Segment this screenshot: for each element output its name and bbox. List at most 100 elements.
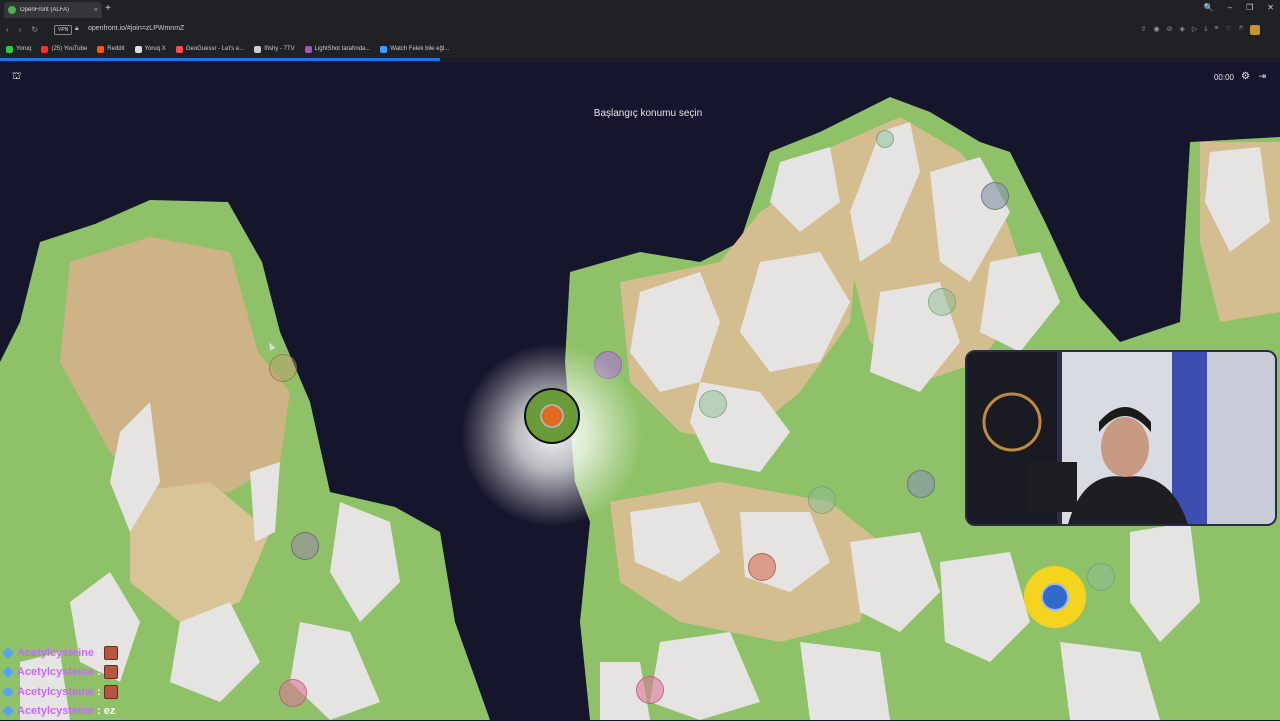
tab-close-icon[interactable]: × <box>94 7 98 14</box>
browser-tab-bar: OpenFront (ALFA) × + 🔍 – ❐ ✕ <box>0 0 1280 20</box>
chat-emote-icon <box>104 665 118 679</box>
chat-username: Acetylcysteine <box>17 647 94 659</box>
chat-message: Acetylcysteine:ez <box>2 702 202 721</box>
bookmark-favicon-icon <box>97 46 104 53</box>
bookmark-favicon-icon <box>305 46 312 53</box>
chat-separator: : <box>97 705 101 717</box>
tab-title: OpenFront (ALFA) <box>20 7 90 13</box>
vpn-badge[interactable]: VPN <box>54 25 72 35</box>
spawn-marker[interactable] <box>279 679 307 707</box>
bookmark-label: Ifishy - 7TV <box>264 46 294 52</box>
chat-badge-icon <box>2 647 13 658</box>
close-window-button[interactable]: ✕ <box>1267 3 1274 12</box>
bookmark-label: Reddit <box>107 46 124 52</box>
openfront-favicon-icon <box>8 6 16 14</box>
chat-username: Acetylcysteine <box>17 666 94 678</box>
nav-buttons: ‹ › ↻ <box>6 25 38 34</box>
bookmark-item[interactable]: Watch Felek bile eğl... <box>380 46 449 53</box>
share-icon[interactable]: ⇪ <box>1141 25 1147 35</box>
search-tabs-icon[interactable]: 🔍 <box>1204 3 1214 12</box>
chat-message: Acetylcysteine: <box>2 643 202 663</box>
bookmark-item[interactable]: Yoruq <box>6 46 31 53</box>
chat-separator: : <box>97 666 101 678</box>
chat-badge-icon <box>2 706 13 717</box>
bookmark-label: LightShot tarafında... <box>315 46 371 52</box>
leaderboard-icon[interactable]: ⛫ <box>12 71 21 84</box>
back-icon[interactable]: ‹ <box>6 25 9 34</box>
bookmark-favicon-icon <box>254 46 261 53</box>
chat-badge-icon <box>2 686 13 697</box>
chat-emote-icon <box>104 646 118 660</box>
menu-icon[interactable]: ≡ <box>1214 25 1218 35</box>
chat-separator: : <box>97 686 101 698</box>
bookmark-label: Yoruq X <box>145 46 166 52</box>
chat-text: ez <box>104 705 116 717</box>
bookmark-favicon-icon <box>135 46 142 53</box>
spawn-marker[interactable] <box>981 182 1009 210</box>
browser-tab[interactable]: OpenFront (ALFA) × <box>4 2 102 18</box>
chat-username: Acetylcysteine <box>17 686 94 698</box>
bookmark-item[interactable]: (25) YouTube <box>41 46 87 53</box>
lock-icon[interactable]: 🔒︎ <box>75 25 79 33</box>
forward-icon[interactable]: › <box>19 25 22 34</box>
bookmarks-bar: Yoruq (25) YouTube Reddit Yoruq X GeoGuessr … <box>0 40 1280 58</box>
spawn-hint-text: Başlangıç konumu seçin <box>560 108 736 119</box>
page-load-progress-fill <box>0 58 440 61</box>
chat-message: Acetylcysteine: <box>2 682 202 702</box>
bookmark-label: GeoGuessr - Let's e... <box>186 46 245 52</box>
bookmark-item[interactable]: Yoruq X <box>135 46 166 53</box>
spawn-marker[interactable] <box>808 486 836 514</box>
spawn-marker[interactable] <box>269 354 297 382</box>
browser-toolbar: ⇪ ◉ ⊘ ◈ ▷ ⤓ ≡ ♡ ⌾ <box>1141 25 1260 35</box>
address-bar: ‹ › ↻ VPN 🔒︎ openfront.io/#join=zLPWmnmZ… <box>0 20 1280 40</box>
webcam-image <box>967 352 1277 526</box>
settings-icon[interactable]: ⚙ <box>1241 71 1250 82</box>
bookmark-item[interactable]: GeoGuessr - Let's e... <box>176 46 245 53</box>
spawn-marker[interactable] <box>291 532 319 560</box>
bookmark-item[interactable]: LightShot tarafında... <box>305 46 371 53</box>
chat-message: Acetylcysteine: <box>2 663 202 683</box>
chat-badge-icon <box>2 667 13 678</box>
reload-icon[interactable]: ↻ <box>31 25 38 34</box>
spawn-marker[interactable] <box>876 130 894 148</box>
streamer-webcam <box>965 350 1277 526</box>
bookmark-label: (25) YouTube <box>51 46 87 52</box>
spawn-marker[interactable] <box>699 390 727 418</box>
chat-username: Acetylcysteine <box>17 705 94 717</box>
adblock-icon[interactable]: ⊘ <box>1167 25 1173 35</box>
profile-avatar[interactable] <box>1250 25 1260 35</box>
chat-separator: : <box>97 647 101 659</box>
bookmark-favicon-icon <box>41 46 48 53</box>
window-controls: 🔍 – ❐ ✕ <box>1204 3 1274 12</box>
stream-chat: Acetylcysteine:Acetylcysteine:Acetylcyst… <box>2 643 202 721</box>
maximize-button[interactable]: ❐ <box>1246 3 1253 12</box>
spawn-marker[interactable] <box>636 676 664 704</box>
bookmark-item[interactable]: Ifishy - 7TV <box>254 46 294 53</box>
exit-icon[interactable]: ⇥ <box>1258 71 1266 82</box>
spawn-marker[interactable] <box>1087 563 1115 591</box>
bookmark-item[interactable]: Reddit <box>97 46 124 53</box>
bookmark-favicon-icon <box>6 46 13 53</box>
spawn-marker[interactable] <box>928 288 956 316</box>
minimize-button[interactable]: – <box>1228 3 1232 12</box>
heart-icon[interactable]: ♡ <box>1226 25 1232 35</box>
camera-icon[interactable]: ◉ <box>1154 25 1160 35</box>
bookmark-favicon-icon <box>380 46 387 53</box>
spawn-marker[interactable] <box>907 470 935 498</box>
player-spawn-marker[interactable] <box>524 388 580 444</box>
spawn-marker[interactable] <box>748 553 776 581</box>
bookmark-label: Yoruq <box>16 46 31 52</box>
camera2-icon[interactable]: ⌾ <box>1239 25 1243 35</box>
player-spawn-core <box>540 404 564 428</box>
new-tab-button[interactable]: + <box>105 3 111 15</box>
bookmark-favicon-icon <box>176 46 183 53</box>
download-icon[interactable]: ⤓ <box>1204 25 1207 35</box>
url-field[interactable]: openfront.io/#join=zLPWmnmZ <box>88 25 184 32</box>
bookmark-label: Watch Felek bile eğl... <box>390 46 449 52</box>
highlighted-spawn-core <box>1041 583 1069 611</box>
highlighted-spawn-marker[interactable] <box>1024 566 1086 628</box>
play-icon[interactable]: ▷ <box>1192 25 1197 35</box>
chat-emote-icon <box>104 685 118 699</box>
game-timer: 00:00 <box>1214 73 1234 82</box>
extension-icon[interactable]: ◈ <box>1180 25 1185 35</box>
